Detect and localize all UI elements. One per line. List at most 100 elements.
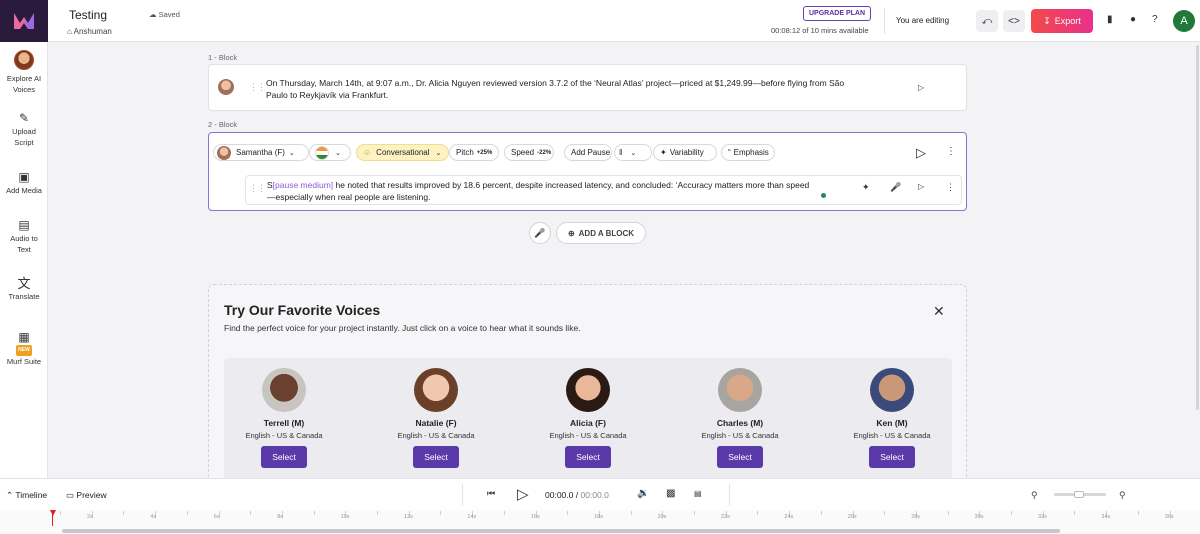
select-voice-button[interactable]: Select [565,446,611,468]
ruler-label: 36s [1164,514,1174,520]
language-selector[interactable]: ⌄ [309,144,351,161]
left-sidebar: Explore AI Voices ✎ Upload Script ▣ Add … [0,0,48,534]
zoom-slider-handle[interactable] [1074,491,1084,498]
sidebar-item-upload-script[interactable]: ✎ Upload Script [0,111,48,148]
drag-handle-icon[interactable]: ⋮⋮ [249,183,266,194]
sparkle-icon[interactable]: ✦ [862,182,870,193]
variability-button[interactable]: ✦ Variability [653,144,717,161]
voice-card[interactable]: Ken (M) English - US & Canada Select [832,368,952,468]
ruler-tick [567,511,569,515]
project-title[interactable]: Testing [69,8,107,22]
voice-card[interactable]: Charles (M) English - US & Canada Select [680,368,800,468]
help-icon[interactable]: ? [1152,14,1158,25]
murf-logo[interactable] [0,0,48,42]
select-voice-button[interactable]: Select [717,446,763,468]
voice-avatar [262,368,306,412]
zoom-in-icon[interactable]: ⚲ [1119,490,1126,501]
zoom-slider[interactable] [1054,491,1106,498]
upload-script-icon: ✎ [18,111,30,125]
voice-selector[interactable]: Samantha (F) ⌄ [213,144,309,161]
embed-button[interactable]: <> [1003,10,1025,32]
voice-avatar [414,368,458,412]
share-icon: ⤺ [981,15,993,27]
select-voice-button[interactable]: Select [869,446,915,468]
style-selector[interactable]: ☺ Conversational ⌄ [356,144,449,161]
chevron-down-icon: ⌄ [435,149,442,157]
comment-icon[interactable]: ▮ [1107,14,1113,25]
skip-back-icon[interactable]: ⏮ [487,488,495,499]
user-avatar[interactable]: A [1173,10,1195,32]
voice-card[interactable]: Terrell (M) English - US & Canada Select [224,368,344,468]
close-icon[interactable]: ✕ [933,303,945,320]
play-block-icon[interactable]: ▷ [916,145,926,161]
vertical-scrollbar[interactable] [1196,45,1199,410]
horizontal-scrollbar[interactable] [62,529,1060,533]
more-options-icon[interactable]: ⋮ [946,182,955,193]
ruler-tick [884,511,886,515]
sidebar-item-translate[interactable]: 文 Translate [0,276,48,302]
ruler-tick [60,511,61,515]
add-block-button[interactable]: ⊕ ADD A BLOCK [556,222,646,244]
ruler-label: 32s [1038,514,1047,520]
favorite-voices-panel: Try Our Favorite Voices Find the perfect… [208,284,967,484]
ruler-label: 6s [213,514,220,520]
mic-icon[interactable]: 🎤 [890,182,901,193]
timeline-toggle[interactable]: ⌃ Timeline [6,490,47,501]
voice-avatar [217,145,231,160]
voice-avatar[interactable] [218,79,234,95]
ruler-tick [820,511,822,515]
volume-icon[interactable]: 🔉 [637,488,649,499]
play-block-icon[interactable]: ▷ [918,83,924,92]
sidebar-item-murf-suite[interactable]: ▦ NEW Murf Suite [0,330,48,367]
sub-block[interactable]: ⋮⋮ S[pause medium] he noted that results… [245,175,962,205]
grid-icon: ▦ [18,330,30,344]
export-button[interactable]: ↧ Export [1031,9,1093,33]
block-text[interactable]: On Thursday, March 14th, at 9:07 a.m., D… [266,77,846,101]
drag-handle-icon[interactable]: ⋮⋮ [249,82,266,93]
preview-button[interactable]: ▭ Preview [66,490,107,501]
zoom-out-icon[interactable]: ⚲ [1031,490,1038,501]
script-block-1[interactable]: ⋮⋮ On Thursday, March 14th, at 9:07 a.m.… [208,64,967,111]
sidebar-item-add-media[interactable]: ▣ Add Media [0,171,48,196]
minutes-available: 00:08:12 of 10 mins available [771,26,869,35]
clapper-icon[interactable]: ▩ [666,488,675,499]
voice-card[interactable]: Alicia (F) English - US & Canada Select [528,368,648,468]
script-block-2[interactable]: Samantha (F) ⌄ ⌄ ☺ Conversational ⌄ Pitc… [208,132,967,211]
speed-control[interactable]: Speed -22% [504,144,554,161]
ruler-label: 22s [721,514,730,520]
select-voice-button[interactable]: Select [413,446,459,468]
emphasis-button[interactable]: “Emphasis [721,144,775,161]
more-options-icon[interactable]: ⋮ [946,146,956,157]
preview-icon: ▭ [66,490,75,500]
pause-tag[interactable]: [pause medium] [273,180,333,190]
owner-breadcrumb[interactable]: ⌂ Anshuman [67,27,112,36]
sidebar-item-audio-to-text[interactable]: ▤ Audio to Text [0,219,48,255]
play-icon[interactable]: ▷ [517,485,529,503]
ruler-label: 10s [340,514,350,520]
block-text[interactable]: S[pause medium] he noted that results im… [267,179,817,203]
share-button[interactable]: ⤺ [976,10,998,32]
editing-status: You are editing [896,16,950,25]
upgrade-plan-button[interactable]: UPGRADE PLAN [803,6,872,21]
voice-avatar [718,368,762,412]
ruler-tick [1011,511,1012,515]
code-icon: <> [1008,15,1020,27]
play-icon[interactable]: ▷ [918,182,924,191]
timeline-bar: ⌃ Timeline ▭ Preview ⏮ ▷ 00:00.0 / 00:00… [0,478,1200,510]
chevron-down-icon: ⌄ [335,149,341,157]
record-button[interactable]: 🎤 [529,222,551,244]
bell-icon[interactable]: ● [1130,14,1136,25]
playhead[interactable] [50,510,56,516]
sidebar-item-explore-voices[interactable]: Explore AI Voices [0,50,48,95]
ruler-label: 4s [150,514,157,520]
chevron-down-icon: ⌄ [288,149,295,157]
ruler-tick [947,511,949,515]
pause-duration-selector[interactable]: ‖ ⌄ [614,144,652,161]
pitch-control[interactable]: Pitch +25% [449,144,499,161]
captions-icon[interactable]: ▤ [694,489,702,498]
ruler-label: 28s [911,514,921,520]
voice-card[interactable]: Natalie (F) English - US & Canada Select [376,368,496,468]
select-voice-button[interactable]: Select [261,446,307,468]
add-pause-button[interactable]: Add Pause [564,144,612,161]
translate-icon: 文 [17,276,31,291]
